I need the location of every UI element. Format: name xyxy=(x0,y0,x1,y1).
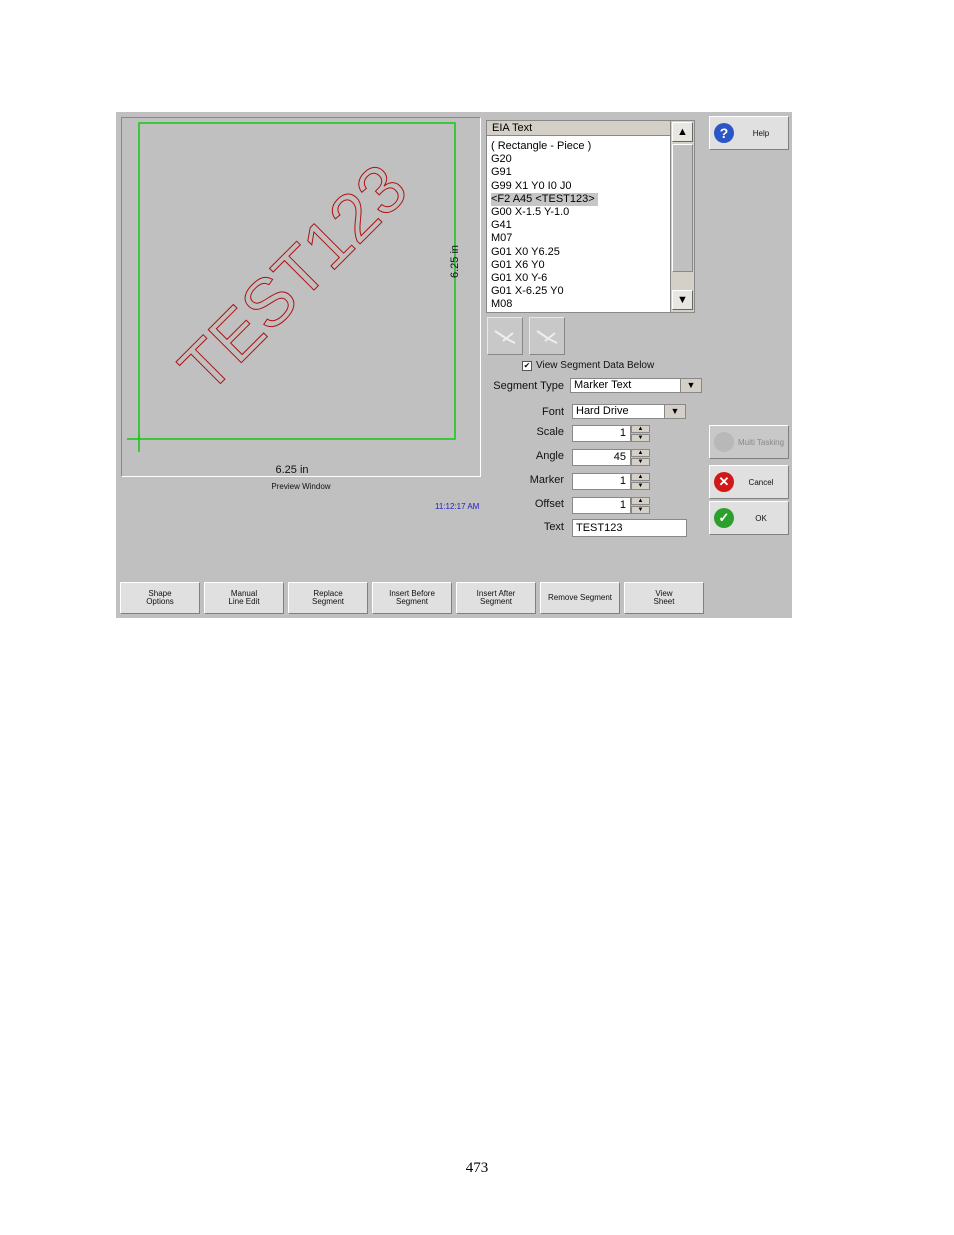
increment-icon[interactable]: ▲ xyxy=(631,497,650,505)
font-label: Font xyxy=(541,406,564,418)
offset-input[interactable]: 1 xyxy=(572,497,631,514)
font-value: Hard Drive xyxy=(576,405,629,417)
manual-line-edit-button[interactable]: Manual Line Edit xyxy=(204,582,284,614)
segment-type-value: Marker Text xyxy=(574,379,632,391)
help-button[interactable]: ? Help xyxy=(709,116,789,150)
marker-input[interactable]: 1 xyxy=(572,473,631,490)
scroll-up-button[interactable]: ▲ xyxy=(672,122,693,142)
shape-editor-window: TEST123 6.25 in 6.25 in Preview Window 1… xyxy=(116,112,792,618)
increment-icon[interactable]: ▲ xyxy=(631,473,650,481)
replace-segment-button[interactable]: Replace Segment xyxy=(288,582,368,614)
cancel-icon: ✕ xyxy=(714,472,734,492)
help-icon: ? xyxy=(714,123,734,143)
eia-line[interactable]: G01 X-6.25 Y0 xyxy=(491,281,694,297)
eia-scrollbar[interactable]: ▲ ▼ xyxy=(670,121,694,312)
eia-line[interactable]: ( Rectangle - Piece ) xyxy=(491,136,694,152)
marker-tool-icon xyxy=(536,330,558,344)
decrement-icon[interactable]: ▼ xyxy=(631,506,650,514)
decrement-icon[interactable]: ▼ xyxy=(631,434,650,442)
preview-canvas: TEST123 xyxy=(127,122,456,452)
ok-button[interactable]: ✓ OK xyxy=(709,501,789,535)
text-label: Text xyxy=(543,521,564,533)
preview-window[interactable]: TEST123 6.25 in 6.25 in xyxy=(121,117,481,477)
cut-tool-button[interactable] xyxy=(487,317,523,355)
eia-line[interactable]: G91 xyxy=(491,162,694,178)
insert-before-segment-button[interactable]: Insert Before Segment xyxy=(372,582,452,614)
help-label: Help xyxy=(752,128,770,138)
decrement-icon[interactable]: ▼ xyxy=(631,458,650,466)
marker-stepper[interactable]: 1 ▲ ▼ xyxy=(572,473,650,490)
height-dimension: 6.25 in xyxy=(449,244,461,278)
eia-line-text: G40 xyxy=(491,311,512,312)
eia-line[interactable]: <F2 A45 <TEST123> xyxy=(491,189,694,206)
multi-tasking-button[interactable]: Multi Tasking xyxy=(709,425,789,459)
offset-label: Offset xyxy=(534,498,564,510)
checkbox-box[interactable]: ✔ xyxy=(522,360,532,371)
decrement-icon[interactable]: ▼ xyxy=(631,482,650,490)
offset-stepper[interactable]: 1 ▲ ▼ xyxy=(572,497,650,514)
checkbox-label: View Segment Data Below xyxy=(536,360,655,371)
clock: 11:12:17 AM xyxy=(435,502,480,511)
angle-label: Angle xyxy=(535,450,564,462)
eia-lines[interactable]: ( Rectangle - Piece ) G20 G91 G99 X1 Y0 I0 … xyxy=(487,136,694,312)
chevron-down-icon[interactable]: ▼ xyxy=(664,405,685,418)
preview-caption: Preview Window xyxy=(271,482,331,491)
cancel-label: Cancel xyxy=(748,477,774,487)
multitask-icon xyxy=(714,432,734,452)
angle-stepper[interactable]: 45 ▲ ▼ xyxy=(572,449,650,466)
marker-label: Marker xyxy=(529,474,564,486)
text-input[interactable]: TEST123 xyxy=(572,519,687,537)
mark-tool-button[interactable] xyxy=(529,317,565,355)
chevron-down-icon[interactable]: ▼ xyxy=(680,379,701,392)
torch-icon xyxy=(494,330,516,344)
angle-input[interactable]: 45 xyxy=(572,449,631,466)
width-dimension: 6.25 in xyxy=(275,464,309,476)
eia-header: EIA Text xyxy=(487,121,694,136)
scale-label: Scale xyxy=(536,426,564,438)
segment-type-label: Segment Type xyxy=(493,380,564,392)
eia-line[interactable]: G01 X6 Y0 xyxy=(491,255,694,271)
view-segment-checkbox[interactable]: ✔ View Segment Data Below xyxy=(522,360,654,371)
increment-icon[interactable]: ▲ xyxy=(631,425,650,433)
ok-label: OK xyxy=(755,513,767,523)
increment-icon[interactable]: ▲ xyxy=(631,449,650,457)
eia-line[interactable]: G01 X0 Y6.25 xyxy=(491,242,694,258)
insert-after-segment-button[interactable]: Insert After Segment xyxy=(456,582,536,614)
view-sheet-button[interactable]: View Sheet xyxy=(624,582,704,614)
checkmark-icon: ✓ xyxy=(714,508,734,528)
font-select[interactable]: Hard Drive ▼ xyxy=(572,404,686,419)
eia-text-list[interactable]: EIA Text ( Rectangle - Piece ) G20 G91 G99 … xyxy=(486,120,695,313)
eia-line[interactable]: G01 X0 Y-6 xyxy=(491,268,694,284)
scroll-thumb[interactable] xyxy=(672,144,693,272)
segment-type-select[interactable]: Marker Text ▼ xyxy=(570,378,702,393)
marker-text-preview: TEST123 xyxy=(165,150,422,407)
scale-input[interactable]: 1 xyxy=(572,425,631,442)
eia-line[interactable]: G99 X1 Y0 I0 J0 xyxy=(491,176,694,192)
cancel-button[interactable]: ✕ Cancel xyxy=(709,465,789,499)
scale-stepper[interactable]: 1 ▲ ▼ xyxy=(572,425,650,442)
eia-line[interactable]: M07 xyxy=(491,228,694,244)
remove-segment-button[interactable]: Remove Segment xyxy=(540,582,620,614)
multi-tasking-label: Multi Tasking xyxy=(737,437,785,447)
page-number: 473 xyxy=(465,1160,489,1176)
scroll-down-button[interactable]: ▼ xyxy=(672,290,693,310)
shape-options-button[interactable]: Shape Options xyxy=(120,582,200,614)
eia-line[interactable]: G40 xyxy=(491,307,694,312)
